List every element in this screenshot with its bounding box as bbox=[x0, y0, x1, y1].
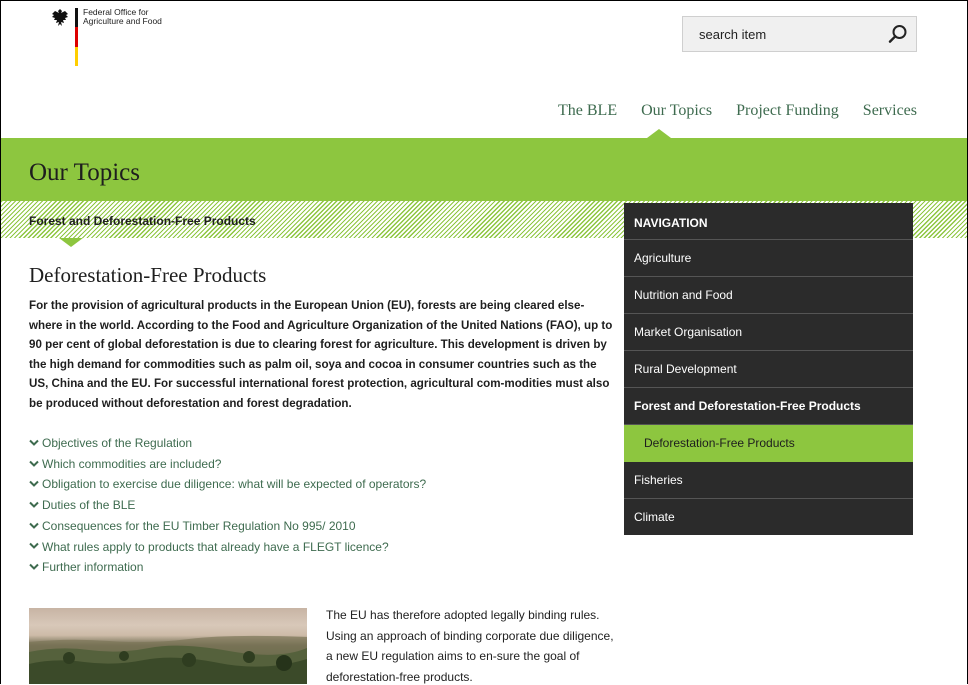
accordion-item[interactable]: Objectives of the Regulation bbox=[29, 433, 613, 454]
accordion-label: Obligation to exercise due diligence: wh… bbox=[42, 477, 427, 492]
accordion-label: Which commodities are included? bbox=[42, 456, 222, 471]
accordion-label: Consequences for the EU Timber Regulatio… bbox=[42, 518, 356, 533]
chevron-down-icon bbox=[29, 460, 39, 467]
sidenav-item-forest[interactable]: Forest and Deforestation-Free Products bbox=[624, 388, 913, 425]
accordion-item[interactable]: Consequences for the EU Timber Regulatio… bbox=[29, 516, 613, 537]
search-input[interactable] bbox=[683, 17, 873, 51]
accordion-label: What rules apply to products that alread… bbox=[42, 539, 389, 554]
nav-our-topics[interactable]: Our Topics bbox=[641, 102, 712, 120]
breadcrumb-indicator bbox=[59, 238, 83, 247]
landscape-photo bbox=[29, 608, 307, 684]
breadcrumb-label[interactable]: Forest and Deforestation-Free Products bbox=[29, 214, 256, 228]
main-navigation: The BLE Our Topics Project Funding Servi… bbox=[558, 102, 917, 120]
article-intro: For the provision of agricultural produc… bbox=[29, 299, 613, 410]
sidenav-item-fisheries[interactable]: Fisheries bbox=[624, 462, 913, 499]
chevron-down-icon bbox=[29, 481, 39, 488]
logo-line-2: Agriculture and Food bbox=[83, 16, 162, 26]
flag-stripe bbox=[75, 8, 78, 66]
logo-text: Federal Office for Agriculture and Food bbox=[83, 8, 162, 26]
search-box bbox=[682, 16, 917, 52]
page: Federal Office for Agriculture and Food … bbox=[0, 0, 968, 684]
accordion-label: Objectives of the Regulation bbox=[42, 436, 193, 450]
accordion-links: Objectives of the Regulation Which commo… bbox=[29, 433, 613, 578]
sidenav-item-climate[interactable]: Climate bbox=[624, 499, 913, 535]
sidenav-item-rural-development[interactable]: Rural Development bbox=[624, 351, 913, 388]
sidenav-item-agriculture[interactable]: Agriculture bbox=[624, 240, 913, 277]
section-title: Our Topics bbox=[29, 159, 140, 186]
search-icon[interactable] bbox=[888, 24, 908, 44]
landscape-illustration bbox=[29, 635, 307, 684]
section-banner: Our Topics bbox=[1, 138, 967, 201]
sidenav-item-market-organisation[interactable]: Market Organisation bbox=[624, 314, 913, 351]
ble-logo[interactable]: Federal Office for Agriculture and Food bbox=[51, 8, 191, 68]
chevron-down-icon bbox=[29, 501, 39, 508]
nav-active-indicator bbox=[647, 129, 671, 138]
accordion-item[interactable]: What rules apply to products that alread… bbox=[29, 537, 613, 558]
accordion-label: Duties of the BLE bbox=[42, 498, 136, 513]
side-navigation: NAVIGATION Agriculture Nutrition and Foo… bbox=[624, 203, 913, 535]
accordion-item[interactable]: Obligation to exercise due diligence: wh… bbox=[29, 474, 613, 495]
accordion-item[interactable]: Duties of the BLE bbox=[29, 495, 613, 516]
accordion-item[interactable]: Further information bbox=[29, 557, 613, 578]
sidenav-item-deforestation-free-products[interactable]: Deforestation-Free Products bbox=[624, 425, 913, 462]
federal-eagle-icon bbox=[52, 9, 68, 26]
nav-project-funding[interactable]: Project Funding bbox=[736, 102, 839, 120]
chevron-down-icon bbox=[29, 522, 39, 529]
article-title: Deforestation-Free Products bbox=[29, 263, 267, 287]
nav-the-ble[interactable]: The BLE bbox=[558, 102, 617, 120]
accordion-label: Further information bbox=[42, 560, 144, 575]
nav-services[interactable]: Services bbox=[863, 102, 917, 120]
chevron-down-icon bbox=[29, 543, 39, 550]
chevron-down-icon bbox=[29, 563, 39, 570]
accordion-item[interactable]: Which commodities are included? bbox=[29, 454, 613, 475]
article-body: The EU has therefore adopted legally bin… bbox=[326, 608, 614, 684]
sidenav-heading: NAVIGATION bbox=[624, 203, 913, 240]
main-content: Deforestation-Free Products For the prov… bbox=[29, 263, 613, 578]
chevron-down-icon bbox=[29, 439, 39, 446]
sidenav-item-nutrition-and-food[interactable]: Nutrition and Food bbox=[624, 277, 913, 314]
